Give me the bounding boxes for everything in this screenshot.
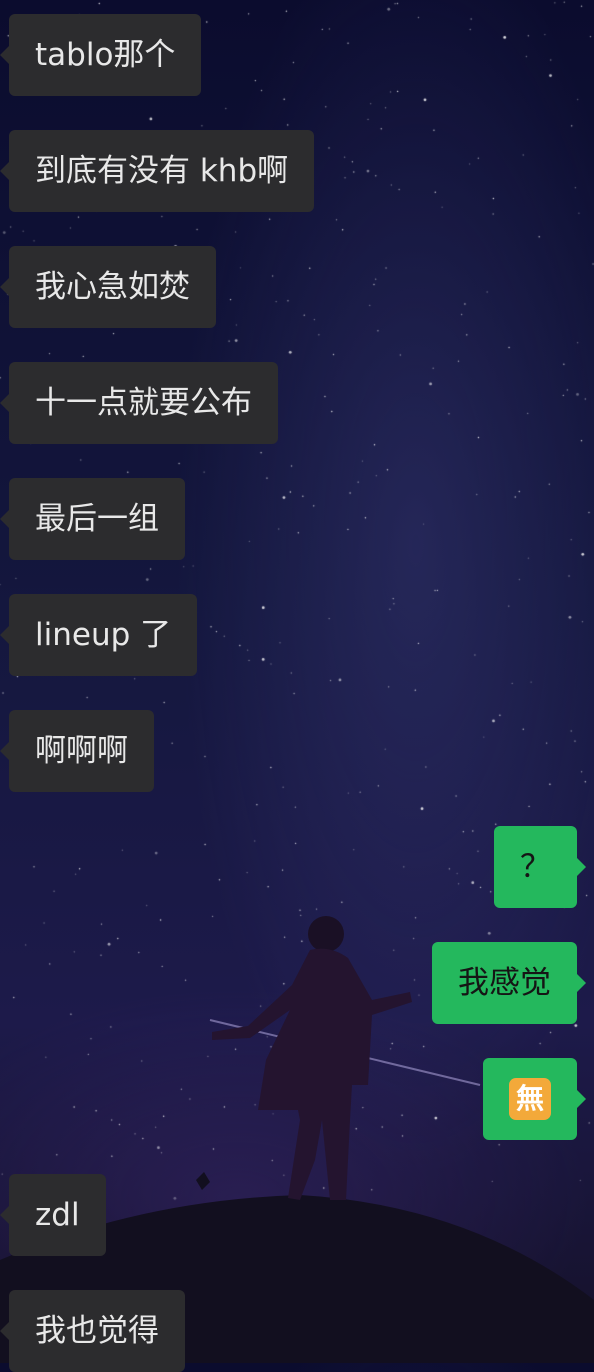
incoming-message-bubble[interactable]: 啊啊啊 — [0, 710, 154, 792]
incoming-message-bubble[interactable]: tablo那个 — [0, 14, 202, 96]
message-text: lineup 了 — [35, 617, 172, 653]
message-text: 最后一组 — [35, 501, 159, 537]
japanese-free-of-charge-button-icon: 無 — [509, 1078, 551, 1120]
outgoing-message-bubble[interactable]: 我感觉 — [432, 942, 586, 1024]
message-text: 我心急如焚 — [35, 269, 190, 305]
message-text: 我感觉 — [458, 965, 551, 1001]
incoming-message-bubble[interactable]: zdl — [0, 1174, 106, 1256]
incoming-message-bubble[interactable]: 最后一组 — [0, 478, 185, 560]
message-text: tablo那个 — [35, 37, 176, 73]
outgoing-message-bubble[interactable]: 無 — [483, 1058, 586, 1140]
message-text: 到底有没有 khb啊 — [35, 153, 289, 189]
incoming-message-bubble[interactable]: 我心急如焚 — [0, 246, 216, 328]
message-text: 啊啊啊 — [35, 733, 128, 769]
message-text: 十一点就要公布 — [35, 385, 252, 421]
incoming-message-bubble[interactable]: 我也觉得 — [0, 1290, 185, 1372]
incoming-message-bubble[interactable]: lineup 了 — [0, 594, 198, 676]
incoming-message-bubble[interactable]: 十一点就要公布 — [0, 362, 278, 444]
message-text: zdl — [35, 1197, 80, 1233]
message-text: 我也觉得 — [35, 1313, 159, 1349]
incoming-message-bubble[interactable]: 到底有没有 khb啊 — [0, 130, 315, 212]
message-text: ？ — [520, 849, 551, 885]
outgoing-message-bubble[interactable]: ？ — [494, 826, 586, 908]
